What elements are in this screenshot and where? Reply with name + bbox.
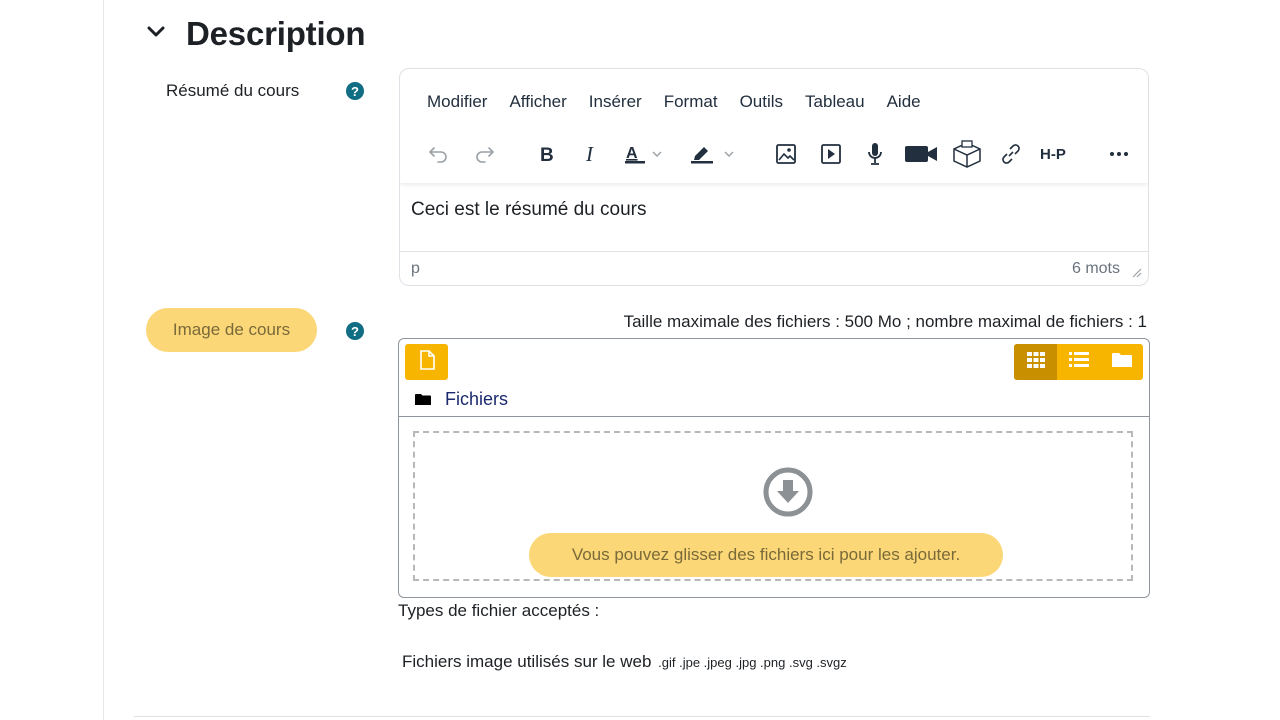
section-title: Description bbox=[186, 15, 366, 52]
page-left-border bbox=[103, 0, 104, 720]
help-icon-glyph: ? bbox=[351, 83, 359, 99]
grid-icon bbox=[1026, 351, 1045, 373]
bold-icon[interactable]: B bbox=[534, 141, 558, 167]
types-extensions: .gif .jpe .jpeg .jpg .png .svg .svgz bbox=[658, 655, 847, 670]
element-path[interactable]: p bbox=[411, 260, 420, 278]
menu-aide[interactable]: Aide bbox=[887, 92, 921, 112]
summary-label: Résumé du cours bbox=[166, 81, 300, 100]
svg-text:I: I bbox=[585, 144, 594, 164]
h5p-label: H-P bbox=[1040, 146, 1066, 163]
menu-outils[interactable]: Outils bbox=[740, 92, 783, 112]
svg-text:A: A bbox=[626, 145, 638, 162]
accepted-types-list: Fichiers image utilisés sur le web .gif … bbox=[402, 652, 847, 672]
microphone-icon[interactable] bbox=[863, 141, 887, 167]
folder-icon bbox=[1111, 352, 1132, 373]
editor-menubar: Modifier Afficher Insérer Format Outils … bbox=[400, 87, 943, 117]
help-icon-glyph: ? bbox=[351, 323, 359, 339]
menu-afficher[interactable]: Afficher bbox=[509, 92, 566, 112]
accepted-types-title: Types de fichier acceptés : bbox=[398, 601, 600, 620]
link-icon[interactable] bbox=[998, 141, 1024, 167]
help-icon[interactable]: ? bbox=[346, 322, 364, 340]
h5p-box-icon[interactable] bbox=[950, 140, 984, 168]
help-icon[interactable]: ? bbox=[346, 82, 364, 100]
undo-icon[interactable] bbox=[424, 141, 452, 167]
highlight-color-icon[interactable] bbox=[688, 141, 738, 167]
folder-icon bbox=[415, 393, 431, 406]
view-list-button[interactable] bbox=[1057, 344, 1100, 380]
dropzone-message-text: Vous pouvez glisser des fichiers ici pou… bbox=[571, 545, 961, 564]
media-icon[interactable] bbox=[818, 141, 844, 167]
list-icon bbox=[1068, 351, 1089, 373]
folder-path-label: Fichiers bbox=[445, 389, 509, 409]
chevron-down-icon bbox=[146, 22, 166, 47]
section-divider bbox=[134, 716, 1150, 717]
folder-path[interactable]: Fichiers bbox=[415, 389, 508, 410]
h5p-icon[interactable]: H-P bbox=[1037, 141, 1077, 167]
download-arrow-icon bbox=[763, 467, 813, 522]
menu-modifier[interactable]: Modifier bbox=[427, 92, 487, 112]
file-dropzone[interactable]: Vous pouvez glisser des fichiers ici pou… bbox=[413, 431, 1133, 581]
text-color-icon[interactable]: A bbox=[622, 141, 670, 167]
rich-text-editor[interactable]: Modifier Afficher Insérer Format Outils … bbox=[399, 68, 1149, 286]
types-group: Fichiers image utilisés sur le web bbox=[402, 652, 652, 671]
file-limits: Taille maximale des fichiers : 500 Mo ; … bbox=[623, 312, 1147, 331]
view-tree-button[interactable] bbox=[1100, 344, 1143, 380]
file-icon bbox=[419, 349, 435, 375]
video-camera-icon[interactable] bbox=[903, 141, 939, 167]
file-manager: Fichiers Vous pouvez glisser des fichier… bbox=[398, 338, 1150, 598]
divider bbox=[399, 416, 1149, 417]
view-icons-button[interactable] bbox=[1014, 344, 1057, 380]
image-icon[interactable] bbox=[773, 141, 799, 167]
add-file-button[interactable] bbox=[405, 344, 448, 380]
section-toggle[interactable]: Description bbox=[146, 12, 366, 56]
dropzone-message: Vous pouvez glisser des fichiers ici pou… bbox=[529, 533, 1003, 577]
course-image-label-text: Image de cours bbox=[172, 320, 291, 339]
redo-icon[interactable] bbox=[471, 141, 499, 167]
course-image-label: Image de cours bbox=[146, 308, 317, 352]
menu-format[interactable]: Format bbox=[664, 92, 718, 112]
svg-text:B: B bbox=[540, 145, 554, 164]
word-count: 6 mots bbox=[1071, 260, 1120, 277]
more-icon[interactable] bbox=[1106, 141, 1132, 167]
view-switcher bbox=[1014, 344, 1143, 380]
italic-icon[interactable]: I bbox=[580, 141, 604, 167]
editor-content[interactable]: Ceci est le résumé du cours bbox=[411, 199, 647, 221]
editor-statusbar: p 6 mots bbox=[400, 251, 1148, 285]
menu-inserer[interactable]: Insérer bbox=[589, 92, 642, 112]
menu-tableau[interactable]: Tableau bbox=[805, 92, 865, 112]
resize-handle-icon[interactable] bbox=[1130, 265, 1142, 283]
